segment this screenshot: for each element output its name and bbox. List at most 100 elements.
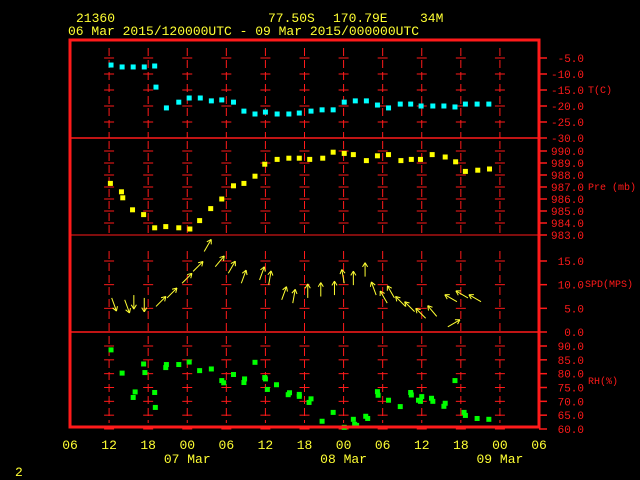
y-tick-label: -5.0: [558, 54, 584, 66]
y-tick-label: 989.0: [551, 159, 584, 171]
data-point: [187, 226, 193, 232]
data-point: [319, 107, 325, 113]
panel-label: Pre (mb): [588, 182, 636, 194]
x-tick-label: 06: [62, 438, 78, 453]
data-point: [486, 416, 492, 422]
data-point: [429, 152, 435, 158]
data-point: [197, 95, 203, 101]
data-point: [296, 391, 302, 397]
data-point: [118, 189, 124, 195]
data-point: [107, 180, 113, 186]
wind-arrow-head: [294, 289, 298, 295]
data-point: [341, 150, 347, 156]
data-point: [221, 380, 227, 386]
x-tick-label: 06: [219, 438, 235, 453]
y-tick-label: 15.0: [558, 257, 584, 269]
data-point: [142, 370, 148, 376]
data-point: [462, 412, 468, 418]
wind-arrow: [395, 296, 406, 307]
data-point: [264, 386, 270, 392]
wind-arrow: [386, 285, 395, 299]
data-point: [119, 370, 125, 376]
data-point: [252, 359, 258, 365]
data-point: [308, 108, 314, 114]
data-point: [230, 183, 236, 189]
data-point: [273, 382, 279, 388]
wind-arrow-shaft: [155, 296, 167, 307]
panel-label: SPD(MPS): [585, 279, 633, 291]
data-point: [274, 156, 280, 162]
wind-arrow-head: [369, 281, 372, 287]
wind-arrow: [447, 319, 461, 328]
wind-arrow: [203, 238, 212, 252]
data-point: [363, 158, 369, 164]
y-tick-label: 70.0: [558, 397, 584, 409]
data-point: [474, 101, 480, 107]
data-point: [418, 103, 424, 109]
wind-arrow: [339, 269, 346, 284]
data-point: [208, 98, 214, 104]
x-date-label: 08 Mar: [320, 452, 367, 467]
y-tick-label: -20.0: [551, 102, 584, 114]
data-point: [153, 84, 159, 90]
data-point: [452, 104, 458, 110]
y-tick-label: 75.0: [558, 384, 584, 396]
wind-arrow-head: [245, 269, 248, 276]
wind-arrow: [192, 261, 204, 272]
data-point: [208, 206, 214, 212]
y-tick-label: 0.0: [564, 328, 584, 340]
station-elevation: 34M: [420, 11, 443, 26]
data-point: [474, 415, 480, 421]
x-tick-label: 12: [258, 438, 274, 453]
wind-arrow: [444, 294, 458, 303]
data-point: [208, 366, 214, 372]
data-point: [374, 102, 380, 108]
data-point: [252, 111, 258, 117]
x-tick-label: 06: [531, 438, 547, 453]
data-point: [176, 362, 182, 368]
data-point: [417, 398, 423, 404]
wind-arrow-head: [339, 269, 343, 275]
wind-arrow-shaft: [404, 301, 415, 313]
wind-arrow: [259, 266, 266, 281]
data-point: [119, 64, 125, 70]
data-point: [287, 390, 293, 396]
wind-arrow: [404, 301, 415, 313]
data-point: [108, 62, 114, 68]
data-point: [176, 225, 182, 231]
data-point: [241, 108, 247, 114]
y-tick-label: 80.0: [558, 370, 584, 382]
data-point: [462, 168, 468, 174]
data-point: [197, 218, 203, 224]
wind-arrow: [281, 286, 288, 300]
data-point: [419, 394, 425, 400]
y-tick-label: -25.0: [551, 118, 584, 130]
data-point: [417, 156, 423, 162]
y-tick-label: 60.0: [558, 425, 584, 437]
wind-arrow: [141, 297, 148, 313]
data-point: [397, 101, 403, 107]
data-point: [120, 195, 126, 201]
data-point: [386, 397, 392, 403]
y-tick-label: -30.0: [551, 134, 584, 146]
wind-arrow-shaft: [395, 296, 406, 307]
wind-arrow: [317, 282, 324, 297]
data-point: [252, 173, 258, 179]
wind-arrow-head: [270, 270, 274, 276]
data-point: [320, 155, 326, 161]
wind-arrow: [111, 297, 118, 312]
data-point: [441, 103, 447, 109]
data-point: [163, 224, 169, 230]
data-point: [152, 63, 158, 69]
data-point: [130, 394, 136, 400]
data-point: [262, 376, 268, 382]
data-point: [197, 368, 203, 374]
y-tick-label: 987.0: [551, 183, 584, 195]
meteogram: 21360 77.50S 170.79E 34M 06 Mar 2015/120…: [15, 11, 636, 480]
wind-arrow: [379, 290, 388, 304]
wind-arrow: [267, 270, 274, 285]
x-tick-label: 00: [492, 438, 508, 453]
x-tick-label: 06: [375, 438, 391, 453]
data-point: [408, 156, 414, 162]
data-point: [141, 212, 147, 218]
